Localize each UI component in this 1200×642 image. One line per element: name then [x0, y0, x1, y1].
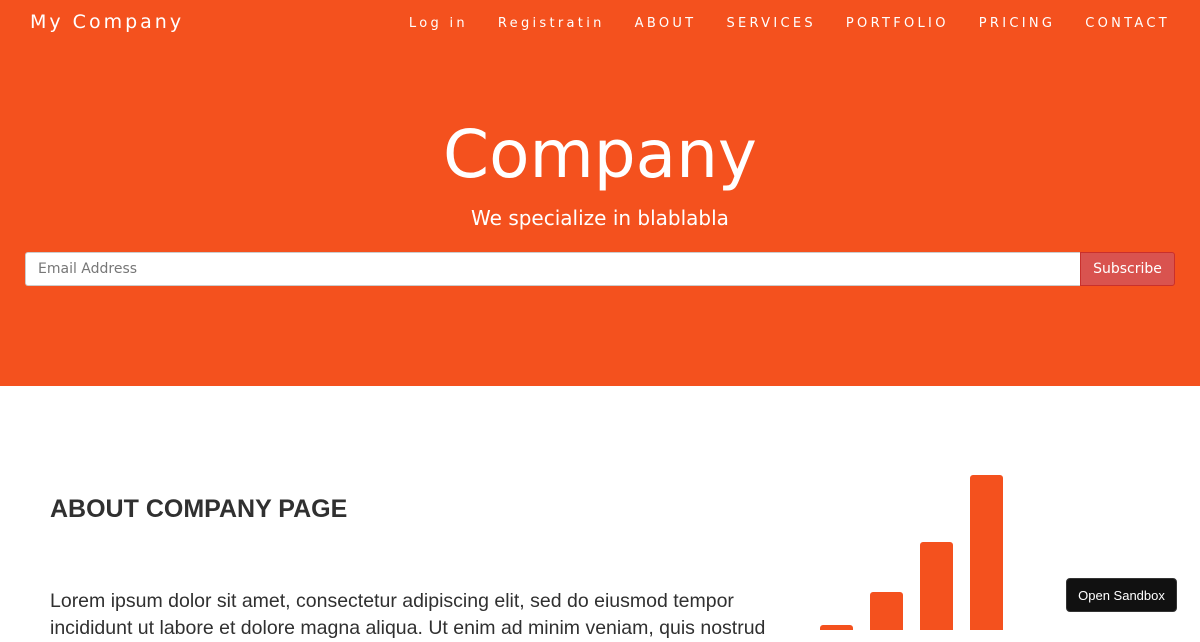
about-heading: ABOUT COMPANY PAGE: [50, 495, 348, 523]
subscribe-button[interactable]: Subscribe: [1080, 252, 1175, 286]
email-input[interactable]: [25, 252, 1080, 286]
hero-subtitle: We specialize in blablabla: [471, 206, 729, 230]
nav-services[interactable]: SERVICES: [726, 16, 815, 31]
bar-chart-icon-bar-1: [820, 625, 853, 630]
bar-chart-icon: [820, 475, 1003, 630]
bar-chart-icon-bar-2: [870, 592, 903, 630]
bar-chart-icon-bar-4: [970, 475, 1003, 630]
nav-about[interactable]: ABOUT: [635, 16, 697, 31]
about-text: Lorem ipsum dolor sit amet, consectetur …: [50, 590, 766, 639]
nav-login[interactable]: Log in: [409, 16, 468, 31]
nav-registration[interactable]: Registratin: [498, 16, 605, 31]
nav-contact[interactable]: CONTACT: [1085, 16, 1170, 31]
subscribe-form: Subscribe: [25, 252, 1175, 286]
main-nav: Log in Registratin ABOUT SERVICES PORTFO…: [409, 16, 1170, 31]
hero-section: My Company Log in Registratin ABOUT SERV…: [0, 0, 1200, 386]
bar-chart-icon-bar-3: [920, 542, 953, 630]
hero-title: Company: [443, 116, 757, 193]
nav-portfolio[interactable]: PORTFOLIO: [846, 16, 949, 31]
brand-logo[interactable]: My Company: [30, 11, 184, 33]
open-sandbox-button[interactable]: Open Sandbox: [1066, 578, 1177, 612]
nav-pricing[interactable]: PRICING: [979, 16, 1056, 31]
